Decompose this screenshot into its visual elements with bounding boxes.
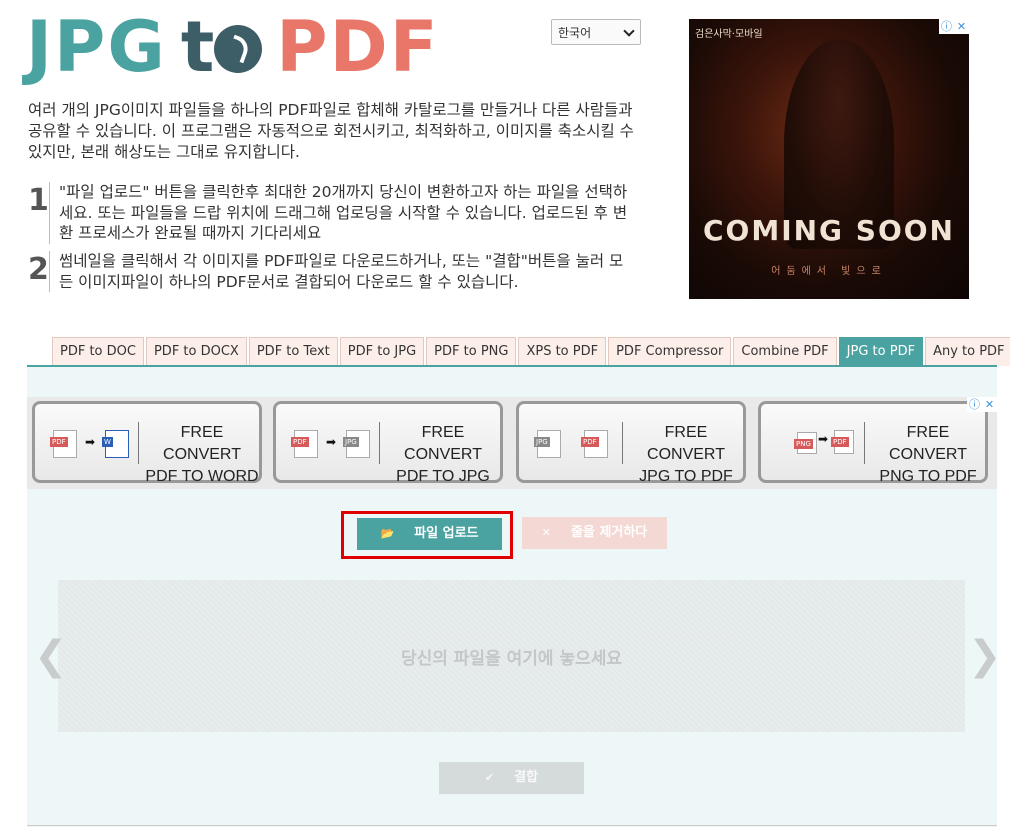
language-selected: 한국어 (558, 26, 592, 40)
ad-brand: 검은사막·모바일 (695, 29, 763, 40)
ad-banner-converters: PDF ➡ W FREE CONVERT PDF TO WORD PDF ➡ JP… (27, 397, 997, 489)
close-icon: ✕ (541, 526, 551, 539)
ad-banner-top[interactable]: 검은사막·모바일 COMING SOON 어둠에서 빛으로 ⓘ ✕ (689, 19, 969, 299)
ad-close-icon[interactable]: ✕ (982, 397, 997, 412)
tab-combine-pdf[interactable]: Combine PDF (733, 337, 837, 366)
logo-jpg: JPG (26, 6, 167, 88)
pdf-to-word-icon: PDF ➡ W (45, 426, 130, 462)
png-to-pdf-icon: PNG ➡ PDF (771, 426, 856, 462)
tab-pdf-compressor[interactable]: PDF Compressor (608, 337, 732, 366)
banner-card-label: FREE CONVERT PDF TO WORD (145, 424, 259, 485)
step-text: "파일 업로드" 버튼을 클릭한후 최대한 20개까지 당신이 변환하고자 하는… (49, 182, 634, 244)
step-number: 1 (28, 183, 49, 218)
step-2: 2 썸네일을 클릭해서 각 이미지를 PDF파일로 다운로드하거나, 또는 "결… (28, 251, 634, 292)
panel-bottom-border (27, 825, 997, 826)
ad-subtitle: 어둠에서 빛으로 (771, 266, 887, 277)
tab-pdf-to-docx[interactable]: PDF to DOCX (145, 337, 247, 366)
language-select[interactable]: 한국어 (551, 19, 641, 45)
logo-pdf: PDF (276, 6, 440, 88)
step-text: 썸네일을 클릭해서 각 이미지를 PDF파일로 다운로드하거나, 또는 "결합"… (49, 251, 634, 292)
ad-close-icon[interactable]: ✕ (954, 19, 969, 34)
banner-card-label: FREE CONVERT PDF TO JPG (396, 424, 490, 485)
banner-card-pdf-to-word[interactable]: PDF ➡ W FREE CONVERT PDF TO WORD (32, 401, 262, 485)
banner-card-label: FREE CONVERT JPG TO PDF (639, 424, 733, 485)
jpg-to-pdf-icon: JPG PDF (529, 426, 614, 462)
step-number: 2 (28, 252, 49, 287)
upload-files-button[interactable]: 📂 파일 업로드 (357, 518, 502, 550)
folder-open-icon: 📂 (380, 527, 395, 540)
logo-to: t (181, 6, 263, 88)
ad-info-icon[interactable]: ⓘ (939, 19, 954, 34)
check-icon: ✔ (484, 771, 495, 784)
tab-pdf-to-png[interactable]: PDF to PNG (426, 337, 517, 366)
banner-card-label: FREE CONVERT PNG TO PDF (879, 424, 977, 485)
site-logo[interactable]: JPG t PDF (26, 12, 440, 82)
step-1: 1 "파일 업로드" 버튼을 클릭한후 최대한 20개까지 당신이 변환하고자 … (28, 182, 634, 244)
prev-arrow-icon[interactable]: ❮ (34, 632, 68, 680)
tab-any-to-pdf[interactable]: Any to PDF (925, 337, 1010, 366)
tab-xps-to-pdf[interactable]: XPS to PDF (518, 337, 607, 366)
tab-pdf-to-jpg[interactable]: PDF to JPG (339, 337, 425, 366)
next-arrow-icon[interactable]: ❯ (968, 632, 1002, 680)
ad-headline: COMING SOON (702, 214, 955, 247)
banner-card-png-to-pdf[interactable]: PNG ➡ PDF FREE CONVERT PNG TO PDF (758, 401, 988, 485)
tab-jpg-to-pdf[interactable]: JPG to PDF (838, 337, 924, 366)
pdf-to-jpg-icon: PDF ➡ JPG (286, 426, 371, 462)
combine-button[interactable]: ✔ 결합 (439, 762, 584, 794)
chevron-down-icon (623, 25, 635, 37)
ad-info-icon[interactable]: ⓘ (967, 397, 982, 412)
converter-tabs: PDF to DOC PDF to DOCX PDF to Text PDF t… (52, 337, 1010, 366)
drop-zone-text: 당신의 파일을 여기에 놓으세요 (400, 649, 623, 669)
tab-pdf-to-text[interactable]: PDF to Text (248, 337, 338, 366)
banner-card-jpg-to-pdf[interactable]: JPG PDF FREE CONVERT JPG TO PDF (516, 401, 746, 485)
intro-description: 여러 개의 JPG이미지 파일들을 하나의 PDF파일로 합체해 카탈로그를 만… (28, 101, 634, 161)
file-drop-zone[interactable]: 당신의 파일을 여기에 놓으세요 (58, 580, 965, 732)
clear-queue-button[interactable]: ✕ 줄을 제거하다 (522, 517, 667, 549)
rotate-arrow-icon (214, 25, 263, 73)
banner-card-pdf-to-jpg[interactable]: PDF ➡ JPG FREE CONVERT PDF TO JPG (273, 401, 503, 485)
tab-pdf-to-doc[interactable]: PDF to DOC (52, 337, 144, 366)
